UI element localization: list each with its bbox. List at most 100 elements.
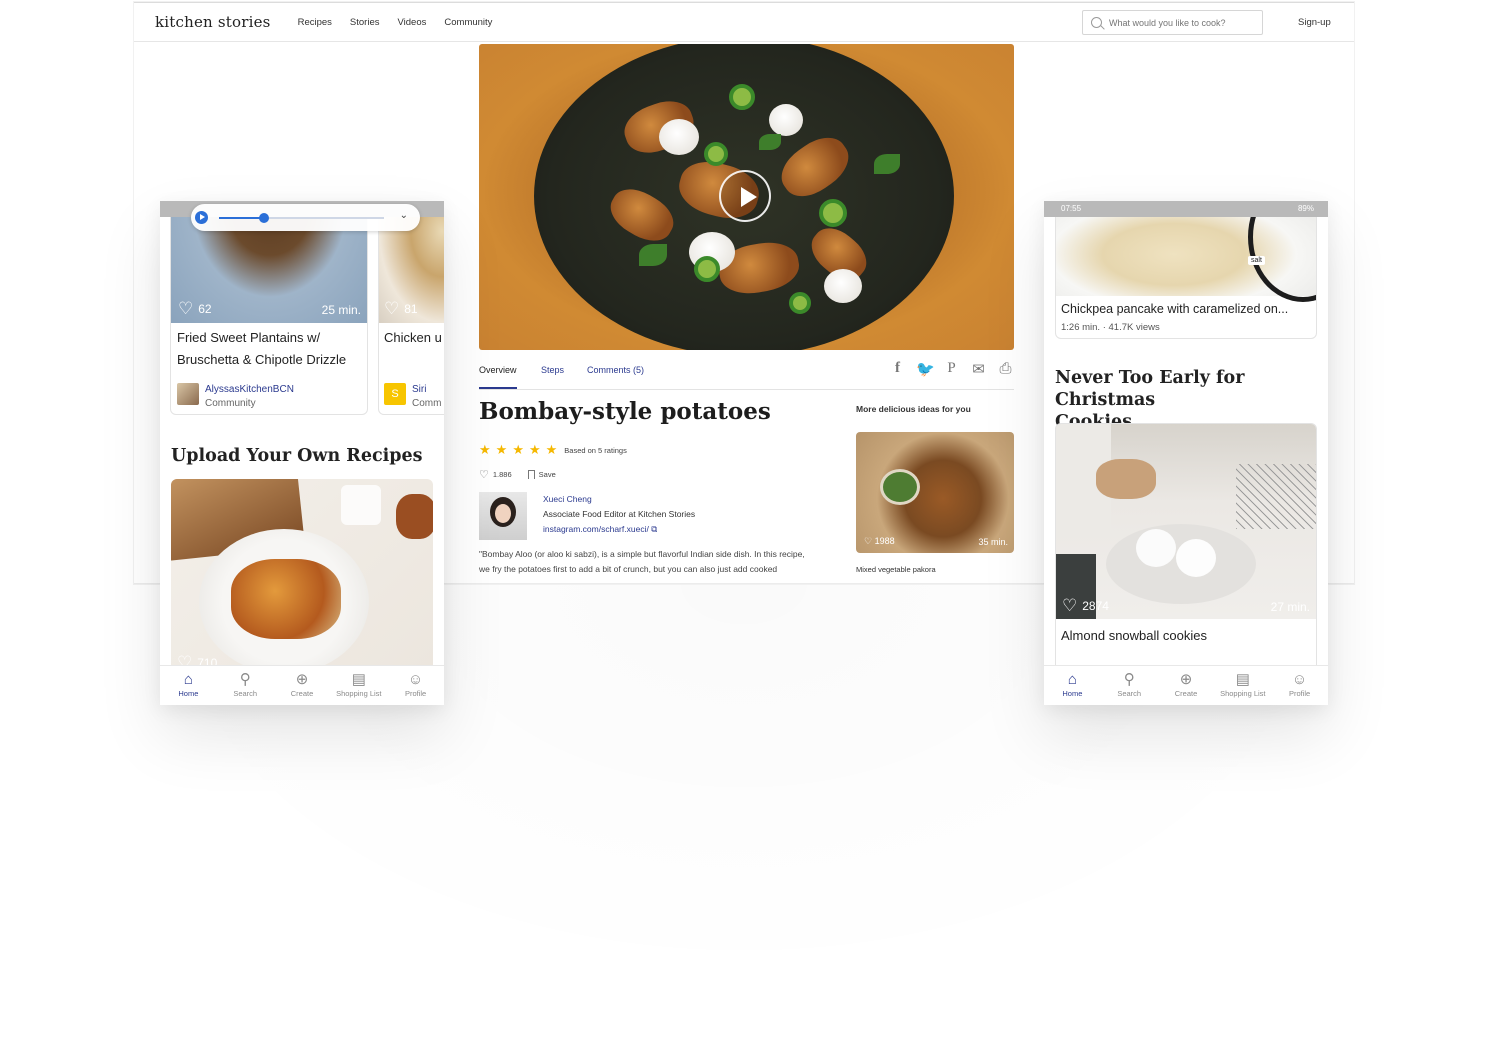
card-title: Chicken u (384, 330, 442, 345)
tab-label: Create (290, 689, 314, 698)
tab-shopping-list[interactable]: ▤ Shopping List (1214, 666, 1271, 705)
card-title: Almond snowball cookies (1061, 628, 1207, 643)
tab-label: Profile (1288, 689, 1311, 698)
play-icon[interactable] (195, 211, 208, 224)
tab-search[interactable]: ⚲ Search (1101, 666, 1158, 705)
signup-link[interactable]: Sign-up (1298, 17, 1331, 28)
chevron-down-icon[interactable]: ⌄ (400, 210, 408, 221)
tab-search[interactable]: ⚲ Search (217, 666, 274, 705)
star-icon: ★ (528, 442, 541, 457)
card-author: AlyssasKitchenBCN Community (177, 383, 294, 411)
chili-slice (729, 84, 755, 110)
print-icon[interactable]: ⎙ (997, 360, 1014, 378)
author-avatar[interactable] (479, 492, 527, 540)
recipe-card[interactable]: ♡ 62 25 min. Fried Sweet Plantains w/ Bru… (170, 201, 368, 415)
home-icon: ⌂ (1067, 671, 1077, 688)
ingredient-label: salt (1248, 256, 1265, 265)
search-input[interactable] (1109, 17, 1249, 28)
bottom-tab-bar: ⌂ Home ⚲ Search ⊕ Create ▤ Shopping List ☺ Pr… (160, 665, 444, 705)
user-icon: ☺ (1291, 671, 1308, 688)
recipe-card[interactable]: ♡ 81 Chicken u S Siri Comm (378, 201, 444, 415)
search-box[interactable] (1082, 10, 1263, 35)
almond-bowl (1096, 459, 1156, 499)
card-author-name[interactable]: Siri (412, 383, 441, 397)
card-title-line: Fried Sweet Plantains w/ (177, 330, 321, 345)
card-time: 25 min. (321, 303, 361, 317)
heart-icon[interactable]: ♡ (1062, 597, 1077, 614)
recipe-card[interactable]: ♡ 2874 27 min. Almond snowball cookies (1055, 423, 1317, 673)
twitter-icon[interactable]: 🐦 (916, 360, 935, 378)
yogurt-dollop (824, 269, 862, 303)
tab-overview[interactable]: Overview (479, 365, 517, 389)
author-name[interactable]: Xueci Cheng (543, 492, 695, 507)
tab-home[interactable]: ⌂ Home (1044, 666, 1101, 705)
tab-create[interactable]: ⊕ Create (274, 666, 331, 705)
card-likes-count: 81 (404, 301, 418, 316)
save-button[interactable]: Save (539, 470, 556, 479)
heart-icon[interactable]: ♡ (479, 468, 489, 481)
tab-shopping-list[interactable]: ▤ Shopping List (330, 666, 387, 705)
mail-icon[interactable]: ✉ (970, 360, 987, 378)
tab-label: Home (178, 689, 199, 698)
recipe-hero-video[interactable] (479, 44, 1014, 350)
tab-label: Create (1174, 689, 1198, 698)
tab-steps[interactable]: Steps (541, 365, 564, 375)
plus-circle-icon: ⊕ (295, 671, 309, 688)
home-icon: ⌂ (183, 671, 193, 688)
tab-profile[interactable]: ☺ Profile (387, 666, 444, 705)
chili-slice (819, 199, 847, 227)
share-icons: f 🐦 P ✉ ⎙ (889, 360, 1014, 378)
list-icon: ▤ (351, 671, 366, 688)
more-card-name[interactable]: Mixed vegetable pakora (856, 565, 936, 574)
video-card[interactable]: salt Chickpea pancake with caramelized o… (1055, 201, 1317, 339)
search-icon: ⚲ (239, 671, 251, 688)
site-logo[interactable]: kitchen stories (155, 13, 271, 31)
recipe-title: Bombay-style potatoes (479, 398, 771, 425)
card-author: S Siri Comm (384, 383, 441, 411)
card-likes-count: 2874 (1082, 598, 1109, 613)
tab-create[interactable]: ⊕ Create (1158, 666, 1215, 705)
description-line: we fry the potatoes first to add a bit o… (479, 564, 778, 574)
card-title: Fried Sweet Plantains w/ Bruschetta & Ch… (177, 327, 346, 371)
description-line: "Bombay Aloo (or aloo ki sabzi), is a si… (479, 549, 805, 559)
card-likes: ♡ 81 (384, 300, 418, 317)
heart-icon[interactable]: ♡ (178, 300, 193, 317)
mobile-app-right: salt Chickpea pancake with caramelized o… (1044, 201, 1328, 705)
cilantro-leaf (639, 244, 667, 266)
media-progress-track[interactable] (219, 213, 384, 223)
upload-recipe-image[interactable]: ♡ 710 (171, 479, 433, 679)
nav-stories[interactable]: Stories (350, 17, 380, 28)
bookmark-icon[interactable] (527, 470, 535, 479)
media-progress-knob[interactable] (258, 213, 269, 223)
heart-icon[interactable]: ♡ (384, 300, 399, 317)
external-link-icon: ⧉ (648, 524, 658, 534)
author-instagram-link[interactable]: instagram.com/scharf.xueci/ (543, 524, 649, 534)
more-card-time: 35 min. (978, 537, 1008, 547)
main-nav: Recipes Stories Videos Community (298, 17, 493, 28)
video-title: Chickpea pancake with caramelized on... (1061, 302, 1289, 316)
tab-profile[interactable]: ☺ Profile (1271, 666, 1328, 705)
yogurt-dollop (769, 104, 803, 136)
plus-circle-icon: ⊕ (1179, 671, 1193, 688)
play-icon[interactable] (719, 170, 771, 222)
card-likes-count: 62 (198, 301, 212, 316)
card-title-line: Bruschetta & Chipotle Drizzle (177, 352, 347, 367)
card-author-badge: Community (205, 398, 256, 409)
cooling-rack (1236, 464, 1316, 529)
nav-community[interactable]: Community (444, 17, 492, 28)
card-time: 27 min. (1270, 600, 1310, 614)
nav-recipes[interactable]: Recipes (298, 17, 332, 28)
nav-videos[interactable]: Videos (398, 17, 427, 28)
like-save-row: ♡ 1.886 Save (479, 468, 556, 481)
author-role: Associate Food Editor at Kitchen Stories (543, 509, 696, 519)
tab-comments[interactable]: Comments (5) (587, 365, 644, 375)
tab-home[interactable]: ⌂ Home (160, 666, 217, 705)
facebook-icon[interactable]: f (889, 360, 906, 378)
video-meta: 1:26 min. · 41.7K views (1061, 322, 1160, 333)
chili-slice (789, 292, 811, 314)
more-recipe-card[interactable]: ♡ 1988 35 min. (856, 432, 1014, 553)
card-author-badge: Comm (412, 398, 442, 409)
pinterest-icon[interactable]: P (943, 360, 960, 378)
rating-stars: ★ ★ ★ ★ ★ Based on 5 ratings (479, 442, 627, 458)
card-author-name[interactable]: AlyssasKitchenBCN (205, 383, 294, 397)
